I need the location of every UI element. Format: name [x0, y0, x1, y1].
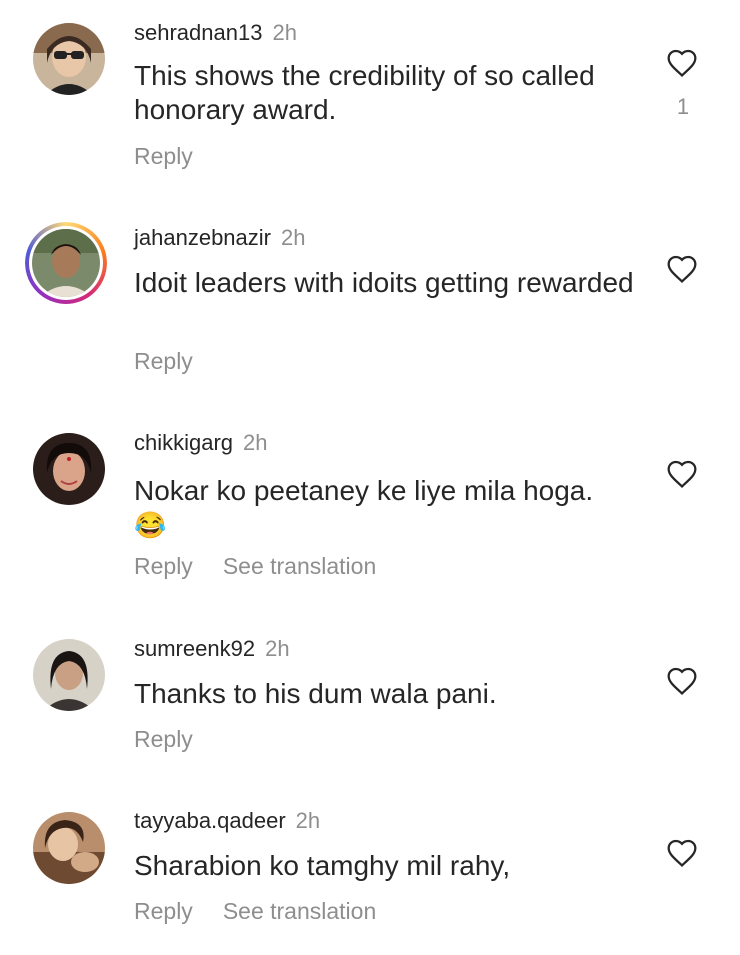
- comment-text: Nokar ko peetaney ke liye mila hoga.: [134, 475, 594, 506]
- see-translation-button[interactable]: See translation: [223, 897, 376, 925]
- reply-button[interactable]: Reply: [134, 142, 193, 170]
- comment-timestamp: 2h: [265, 636, 290, 661]
- comment-username[interactable]: sehradnan13: [134, 20, 262, 45]
- heart-icon[interactable]: [666, 459, 698, 489]
- avatar[interactable]: [33, 812, 105, 884]
- avatar[interactable]: [33, 23, 105, 95]
- comment-text: Idoit leaders with idoits getting reward…: [134, 267, 634, 298]
- see-translation-button[interactable]: See translation: [223, 552, 376, 580]
- avatar-image: [32, 229, 100, 297]
- avatar-image: [33, 812, 105, 884]
- comment-username[interactable]: jahanzebnazir: [134, 225, 271, 250]
- comment-username[interactable]: chikkigarg: [134, 430, 233, 455]
- avatar-image: [33, 23, 105, 95]
- emoji: 😂: [134, 510, 167, 540]
- avatar[interactable]: [25, 222, 107, 304]
- comment-timestamp: 2h: [295, 808, 321, 833]
- reply-button[interactable]: Reply: [134, 552, 193, 580]
- comment-username[interactable]: sumreenk92: [134, 636, 255, 661]
- comment-timestamp: 2h: [272, 20, 297, 45]
- reply-button[interactable]: Reply: [134, 897, 193, 925]
- comment-text: Sharabion ko tamghy mil rahy,: [134, 850, 511, 881]
- comment-username[interactable]: tayyaba.qadeer: [134, 808, 286, 833]
- reply-button[interactable]: Reply: [134, 725, 193, 753]
- heart-icon[interactable]: [666, 666, 698, 696]
- comment-text: This shows the credibility of so called …: [134, 60, 595, 125]
- avatar[interactable]: [33, 639, 105, 711]
- avatar[interactable]: [33, 433, 105, 505]
- comment-timestamp: 2h: [280, 225, 306, 250]
- avatar-image: [33, 639, 105, 711]
- heart-icon[interactable]: [666, 838, 698, 868]
- reply-button[interactable]: Reply: [134, 347, 193, 375]
- heart-icon[interactable]: [666, 254, 698, 284]
- heart-icon[interactable]: [666, 48, 698, 78]
- like-count[interactable]: 1: [672, 94, 694, 120]
- comment-timestamp: 2h: [243, 430, 268, 455]
- avatar-image: [33, 433, 105, 505]
- comment-text: Thanks to his dum wala pani.: [134, 678, 497, 709]
